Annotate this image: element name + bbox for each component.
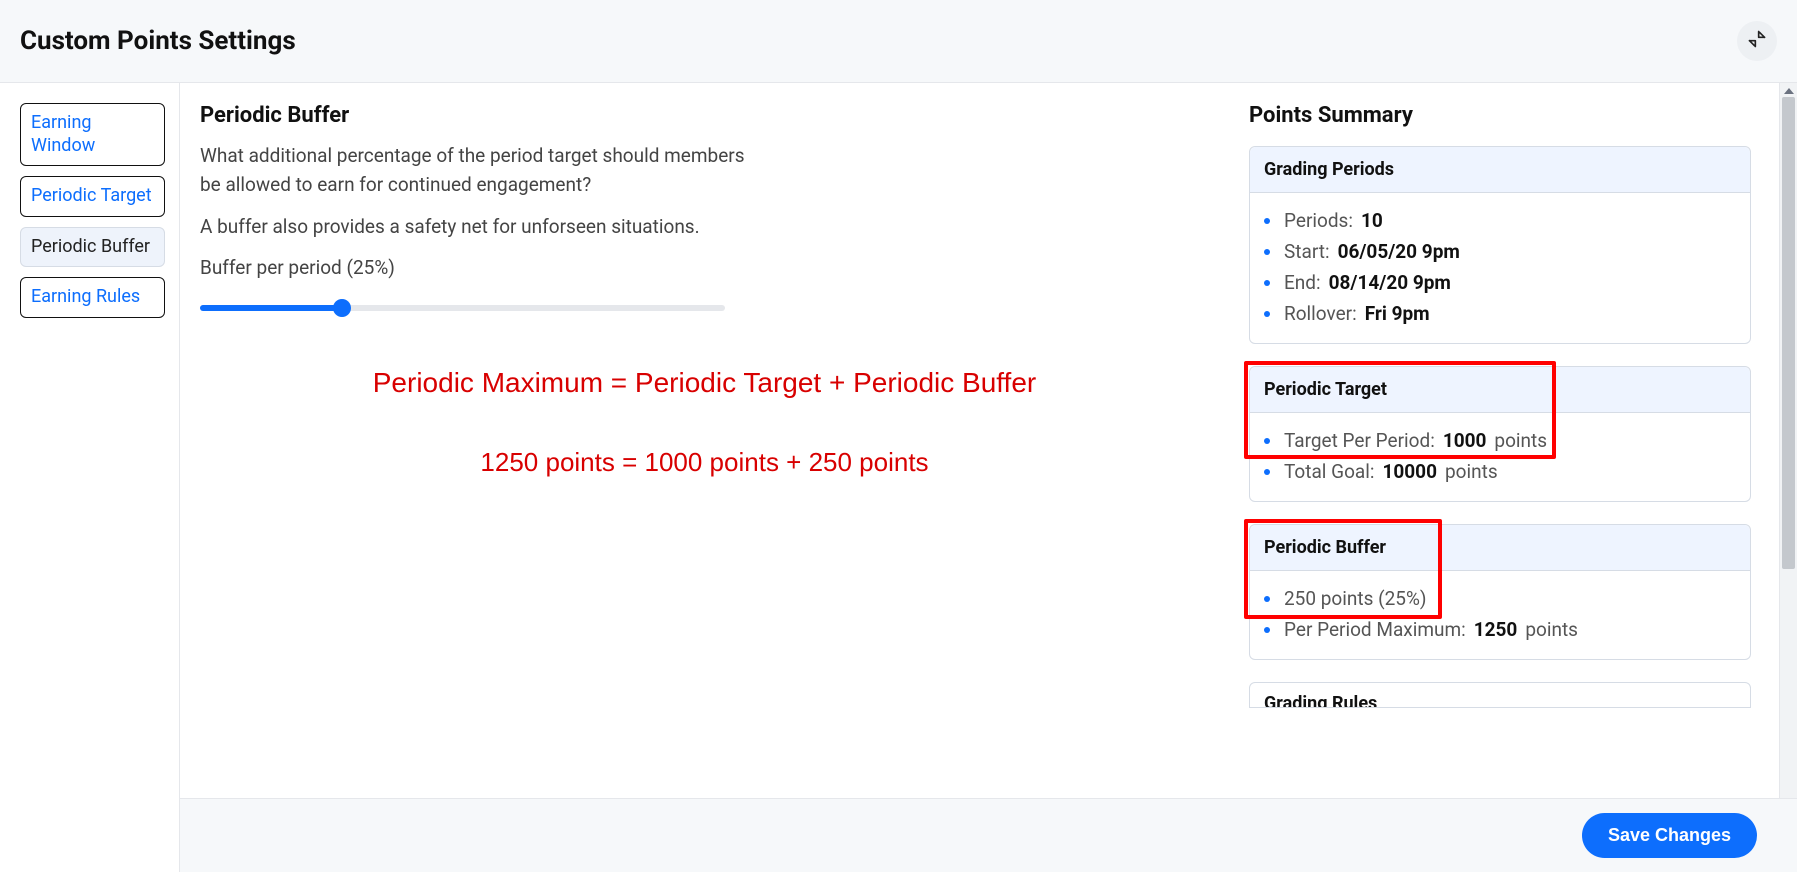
row-per-period-max: Per Period Maximum: 1250 points xyxy=(1264,614,1736,645)
row-total-goal: Total Goal: 10000 points xyxy=(1264,456,1736,487)
slider-label: Buffer per period (25%) xyxy=(200,256,1209,279)
section-desc-2: A buffer also provides a safety net for … xyxy=(200,213,760,242)
sidebar-item-earning-window[interactable]: Earning Window xyxy=(20,103,165,166)
section-heading: Periodic Buffer xyxy=(200,103,1209,128)
row-periods: Periods: 10 xyxy=(1264,205,1736,236)
annotation-line-2: 1250 points = 1000 points + 250 points xyxy=(200,447,1209,478)
sidebar-item-periodic-buffer[interactable]: Periodic Buffer xyxy=(20,227,165,268)
card-grading-periods: Grading Periods Periods: 10 Start: 06/05… xyxy=(1249,146,1751,344)
row-rollover: Rollover: Fri 9pm xyxy=(1264,298,1736,329)
row-buffer-value: 250 points (25%) xyxy=(1264,583,1736,614)
scroll-up-icon[interactable] xyxy=(1784,88,1794,94)
card-header-periodic-buffer: Periodic Buffer xyxy=(1250,525,1750,571)
vertical-scrollbar[interactable] xyxy=(1779,83,1797,872)
row-end: End: 08/14/20 9pm xyxy=(1264,267,1736,298)
card-grading-rules-partial: Grading Rules xyxy=(1249,682,1751,708)
scroll-track[interactable] xyxy=(1780,97,1797,858)
annotation-line-1: Periodic Maximum = Periodic Target + Per… xyxy=(200,367,1209,399)
card-header-periodic-target: Periodic Target xyxy=(1250,367,1750,413)
row-target-per-period: Target Per Period: 1000 points xyxy=(1264,425,1736,456)
card-periodic-target: Periodic Target Target Per Period: 1000 … xyxy=(1249,366,1751,502)
row-start: Start: 06/05/20 9pm xyxy=(1264,236,1736,267)
buffer-slider[interactable] xyxy=(200,305,725,311)
scroll-thumb[interactable] xyxy=(1782,97,1795,569)
page-title: Custom Points Settings xyxy=(20,26,296,56)
slider-thumb[interactable] xyxy=(333,299,351,317)
card-header-grading-periods: Grading Periods xyxy=(1250,147,1750,193)
minimize-icon xyxy=(1747,29,1767,54)
sidebar-item-periodic-target[interactable]: Periodic Target xyxy=(20,176,165,217)
annotation-overlay: Periodic Maximum = Periodic Target + Per… xyxy=(200,367,1209,478)
summary-heading: Points Summary xyxy=(1249,103,1751,128)
card-periodic-buffer: Periodic Buffer 250 points (25%) Per Per… xyxy=(1249,524,1751,660)
sidebar-item-earning-rules[interactable]: Earning Rules xyxy=(20,277,165,318)
save-changes-button[interactable]: Save Changes xyxy=(1582,813,1757,858)
sidebar: Earning Window Periodic Target Periodic … xyxy=(0,83,180,872)
section-desc-1: What additional percentage of the period… xyxy=(200,142,760,199)
footer: Save Changes xyxy=(180,798,1797,872)
minimize-button[interactable] xyxy=(1737,21,1777,61)
